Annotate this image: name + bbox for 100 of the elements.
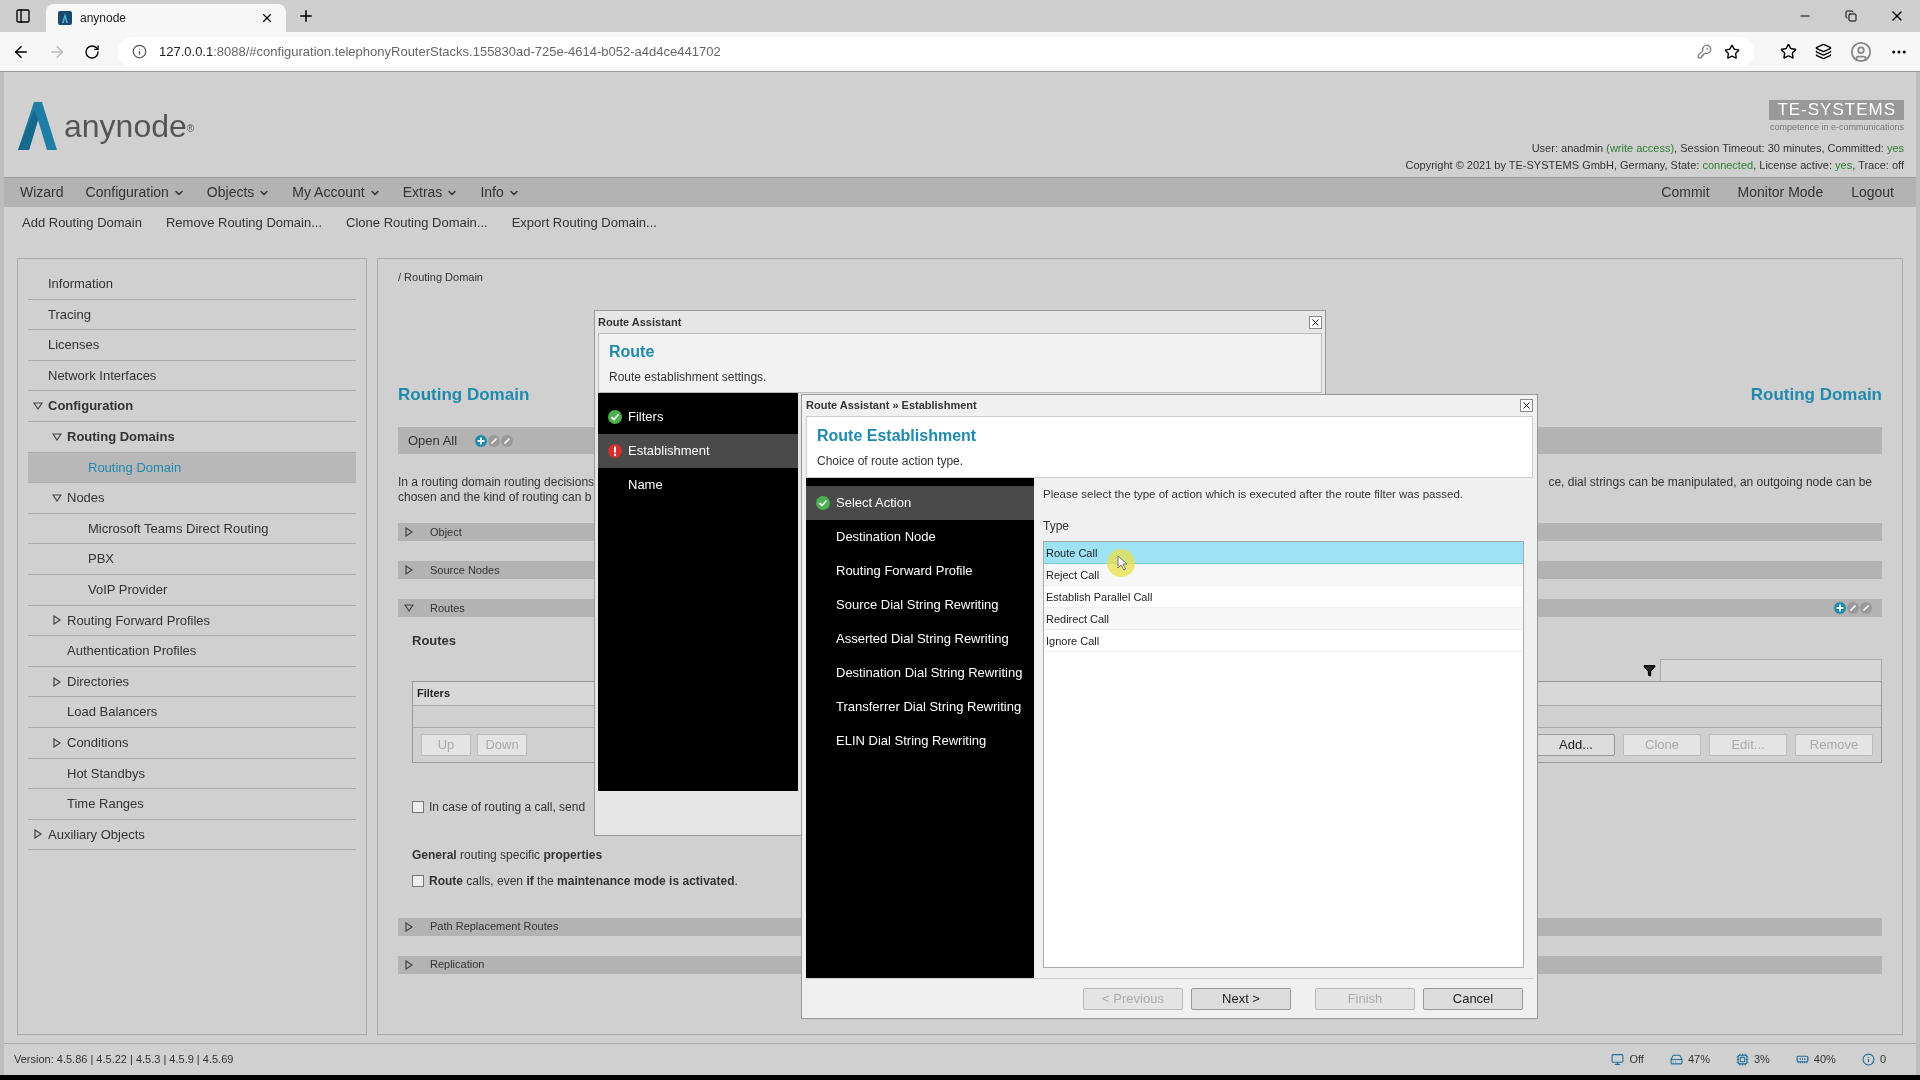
wizard-step[interactable]: Asserted Dial String Rewriting [806,622,1034,656]
toolbar-link[interactable]: Add Routing Domain [22,212,142,233]
expand-arrow-icon[interactable] [404,921,414,932]
dialog-subtitle: Route establishment settings. [609,369,768,386]
wizard-step[interactable]: Name [598,468,798,502]
description-text: ce, dial strings can be manipulated, an outgoing node can be [1548,475,1873,491]
tree-item[interactable]: Time Ranges [28,789,356,820]
new-tab-icon[interactable] [297,7,315,25]
sidebar-toggle-icon[interactable] [15,8,31,24]
menu-item[interactable]: Commit [1661,182,1710,203]
toolbar-link[interactable]: Remove Routing Domain... [165,212,323,233]
wizard-step[interactable]: Destination Node [806,520,1034,554]
edit-icon[interactable] [1860,602,1872,614]
tree-item[interactable]: Hot Standbys [28,758,356,790]
profile-icon[interactable] [1850,40,1872,63]
wizard-step[interactable]: Select Action [806,486,1034,520]
monitor-icon [1611,1053,1625,1066]
wizard-step[interactable]: Filters [598,400,798,434]
wizard-step[interactable]: Establishment [598,434,798,468]
expand-arrow-icon[interactable] [52,615,62,626]
tree-item[interactable]: Routing Forward Profiles [28,605,356,637]
tree-item[interactable]: PBX [28,544,356,575]
filter-field[interactable] [1660,658,1882,683]
checkbox[interactable] [412,874,424,887]
menu-item[interactable]: Objects [206,182,271,203]
status-text: Copyright © 2021 by TE-SYSTEMS GmbH, Germany, State: connected, License active: yes, Trace: off [1405,157,1904,173]
list-item[interactable]: Redirect Call [1044,608,1523,631]
type-list[interactable]: Route Call Reject Call Establish Parallel Call Redirect Call Ignore Call [1043,541,1524,968]
expand-arrow-icon[interactable] [404,959,414,970]
page-heading: Routing Domain [1750,383,1882,406]
menu-item[interactable]: Configuration [85,182,185,203]
wizard-step[interactable]: Source Dial String Rewriting [806,588,1034,622]
reload-icon[interactable] [84,43,100,60]
add-favorite-icon[interactable] [1724,43,1740,60]
section-subheading: General routing specific properties [412,846,604,864]
add-icon[interactable] [1834,602,1846,614]
check-icon [608,410,622,424]
close-icon[interactable] [260,11,274,25]
dialog-button[interactable]: Next > [1191,987,1291,1010]
info-icon[interactable] [132,44,147,59]
list-item[interactable]: Route Call [1044,542,1523,565]
list-item[interactable]: Reject Call [1044,564,1523,587]
tree-item[interactable]: Load Balancers [28,697,356,728]
expand-arrow-icon[interactable] [33,829,43,840]
filter-icon [1643,664,1656,677]
restore-icon[interactable] [1845,10,1857,22]
menu-item[interactable]: Extras [402,182,459,203]
tree-item[interactable]: Information [28,269,356,300]
collections-icon[interactable] [1815,43,1832,60]
browser-tab[interactable]: anynode [46,4,286,32]
close-icon[interactable] [1309,315,1322,329]
collapse-arrow-icon[interactable] [404,603,414,613]
close-icon[interactable] [1520,399,1533,412]
status-value: 0 [1879,1052,1886,1068]
menu-item[interactable]: Logout [1851,182,1894,203]
app-logo-icon [58,11,72,25]
expand-arrow-icon[interactable] [52,737,62,748]
tree-item[interactable]: Directories [28,666,356,698]
add-icon[interactable] [475,434,488,447]
favorites-icon[interactable] [1780,43,1797,60]
menu-item[interactable]: My Account [292,182,381,203]
tree-item[interactable]: Authentication Profiles [28,636,356,667]
edit-icon[interactable] [501,434,514,447]
tree-item[interactable]: Routing Domains [28,421,356,453]
dialog-button[interactable]: Cancel [1423,987,1523,1010]
tree-item[interactable]: Licenses [28,330,356,361]
toolbar-link[interactable]: Export Routing Domain... [511,212,657,233]
key-icon[interactable] [1697,44,1712,59]
app-logo-icon [16,100,58,152]
tree-item[interactable]: Microsoft Teams Direct Routing [28,513,356,545]
tree-item[interactable]: Nodes [28,483,356,514]
wizard-step[interactable]: Routing Forward Profile [806,554,1034,588]
company-tagline: competence in e-communications [1769,121,1904,134]
dialog-button[interactable]: Add... [1537,733,1615,756]
dialog-heading: Route [609,342,656,362]
menu-item[interactable]: Info [480,182,520,203]
expand-arrow-icon[interactable] [404,565,414,575]
menu-item[interactable]: Monitor Mode [1737,182,1824,203]
info-icon [1861,1053,1875,1066]
toolbar-link[interactable]: Clone Routing Domain... [346,212,488,233]
tree-item[interactable]: Configuration [28,391,356,422]
open-all-button[interactable]: Open All [408,430,458,451]
menu-item[interactable]: Wizard [20,182,64,203]
edit-icon[interactable] [1847,602,1859,614]
collapse-arrow-icon[interactable] [33,401,43,412]
tree-item[interactable]: Auxiliary Objects [28,819,356,851]
collapse-arrow-icon[interactable] [52,431,62,442]
expand-arrow-icon[interactable] [404,527,414,537]
status-value: 47% [1687,1052,1710,1068]
tree-item[interactable]: Conditions [28,727,356,759]
collapse-arrow-icon[interactable] [52,492,62,503]
wizard-step[interactable]: ELIN Dial String Rewriting [806,724,1034,758]
expand-arrow-icon[interactable] [52,676,62,687]
description-text: In a routing domain routing decisions [398,475,595,490]
tree-item[interactable]: VoIP Provider [28,574,356,606]
tree-item[interactable]: Network Interfaces [28,360,356,392]
checkbox[interactable] [412,800,424,813]
address-field[interactable]: 127.0.0.1:8088/#configuration.telephonyRouterStacks.155830ad-725e-4614-b052-a4d4ce441702 [118,36,1754,67]
breadcrumb: / Routing Domain [398,270,484,285]
tree-item[interactable]: Tracing [28,299,356,331]
